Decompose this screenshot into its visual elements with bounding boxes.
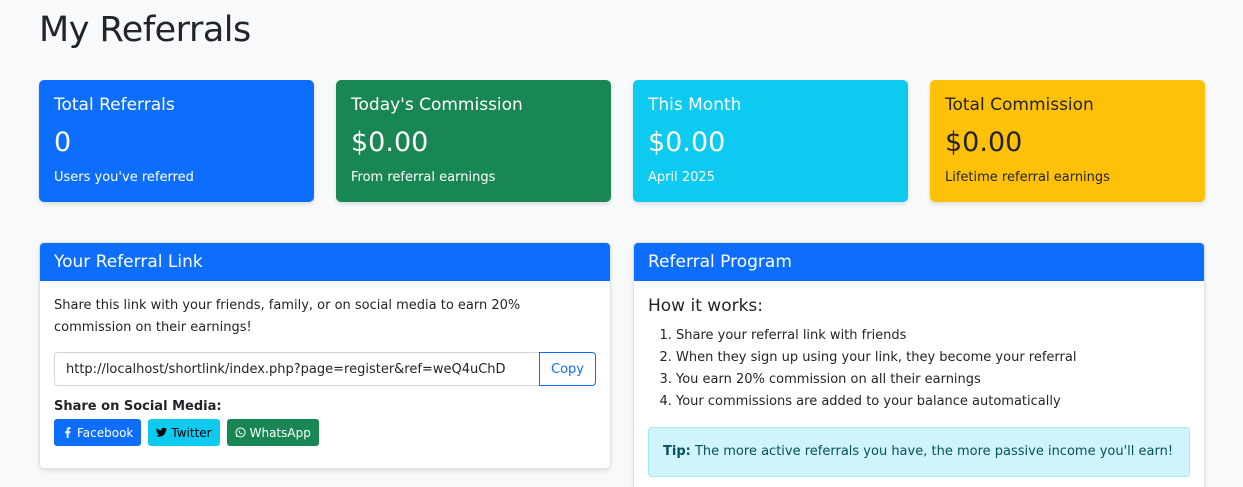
referral-link-input-group: Copy	[54, 352, 596, 386]
step-item: When they sign up using your link, they …	[676, 347, 1190, 369]
stat-value: $0.00	[648, 127, 726, 158]
twitter-label: Twitter	[171, 425, 212, 440]
share-buttons: Facebook Twitter WhatsApp	[54, 419, 596, 446]
stat-subtitle: Lifetime referral earnings	[945, 170, 1110, 185]
stat-subtitle: Users you've referred	[54, 170, 194, 185]
share-facebook-button[interactable]: Facebook	[54, 419, 142, 446]
stat-card-total-commission: Total Commission $0.00 Lifetime referral…	[930, 80, 1205, 202]
referral-link-input[interactable]	[54, 352, 539, 386]
whatsapp-label: WhatsApp	[249, 425, 311, 440]
step-item: Your commissions are added to your balan…	[676, 391, 1190, 413]
stat-title: Total Commission	[945, 95, 1094, 115]
step-item: You earn 20% commission on all their ear…	[676, 369, 1190, 391]
referral-link-panel: Your Referral Link Share this link with …	[39, 242, 611, 469]
share-label: Share on Social Media:	[54, 399, 222, 414]
page-title: My Referrals	[39, 10, 251, 50]
referral-program-panel: Referral Program How it works: Share you…	[633, 242, 1205, 487]
stat-value: $0.00	[351, 127, 429, 158]
referral-program-header: Referral Program	[634, 243, 1204, 281]
stat-subtitle: April 2025	[648, 170, 715, 185]
tip-label: Tip:	[663, 444, 691, 459]
stat-title: Total Referrals	[54, 95, 175, 115]
stat-value: $0.00	[945, 127, 1023, 158]
stat-card-this-month: This Month $0.00 April 2025	[633, 80, 908, 202]
share-twitter-button[interactable]: Twitter	[148, 419, 220, 446]
stat-title: This Month	[648, 95, 742, 115]
whatsapp-icon	[235, 427, 246, 438]
tip-text: The more active referrals you have, the …	[690, 444, 1174, 459]
stat-card-total-referrals: Total Referrals 0 Users you've referred	[39, 80, 314, 202]
step-item: Share your referral link with friends	[676, 325, 1190, 347]
share-whatsapp-button[interactable]: WhatsApp	[226, 419, 319, 446]
twitter-icon	[156, 427, 168, 437]
steps-list: Share your referral link with friends Wh…	[648, 325, 1190, 413]
how-it-works-title: How it works:	[648, 296, 764, 316]
copy-button[interactable]: Copy	[539, 352, 596, 386]
facebook-icon	[65, 427, 71, 438]
referral-link-description: Share this link with your friends, famil…	[54, 298, 521, 335]
stat-subtitle: From referral earnings	[351, 170, 496, 185]
stat-title: Today's Commission	[351, 95, 523, 115]
referral-link-header: Your Referral Link	[40, 243, 610, 281]
stat-card-todays-commission: Today's Commission $0.00 From referral e…	[336, 80, 611, 202]
tip-alert: Tip: The more active referrals you have,…	[648, 427, 1190, 477]
stat-value: 0	[54, 127, 72, 158]
facebook-label: Facebook	[77, 425, 134, 440]
